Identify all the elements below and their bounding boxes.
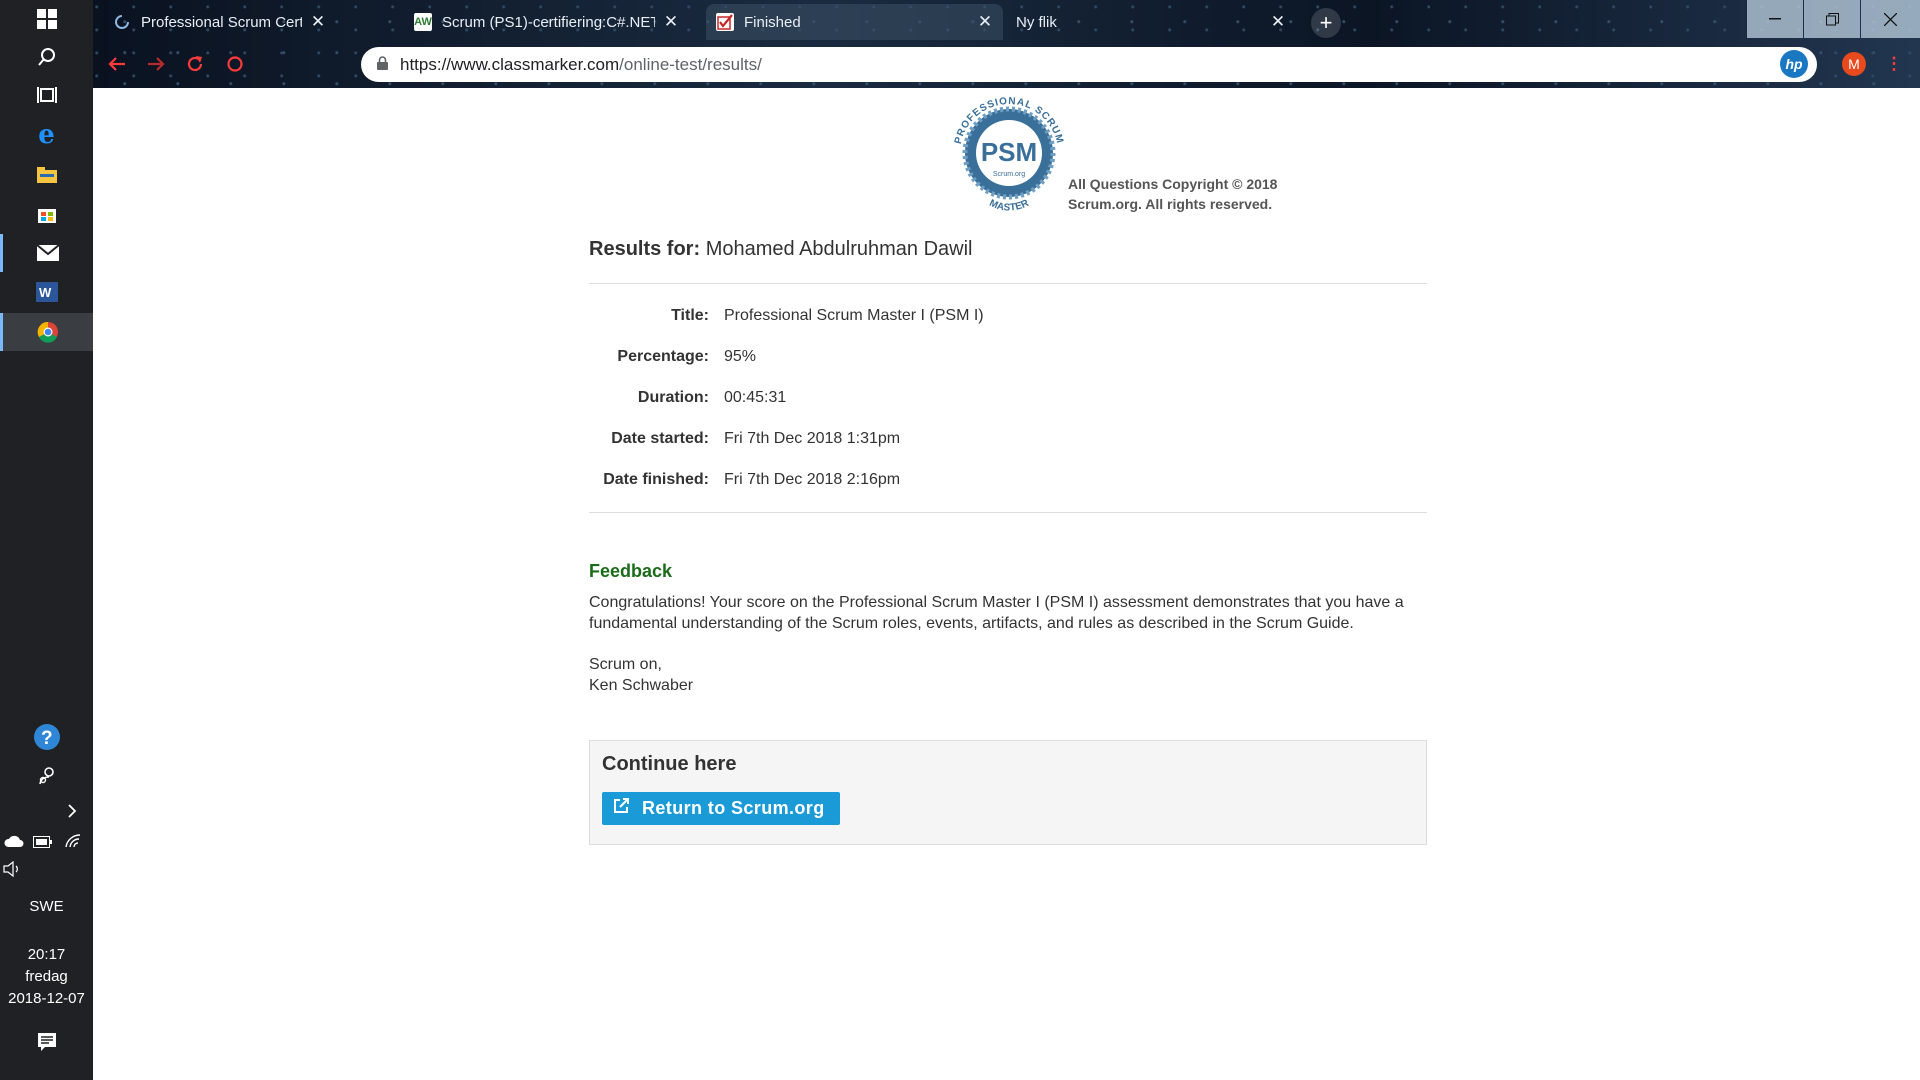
- detail-value: 95%: [724, 347, 757, 365]
- close-icon[interactable]: ✕: [663, 12, 679, 32]
- address-bar[interactable]: https://www.classmarker.com/online-test/…: [361, 47, 1817, 82]
- detail-title: Title: Professional Scrum Master I (PSM …: [589, 295, 1427, 336]
- tab-professional-scrum-certifications[interactable]: Professional Scrum Certifications ✕: [103, 4, 336, 40]
- feedback-heading: Feedback: [589, 561, 673, 581]
- onedrive-cloud-icon[interactable]: [4, 834, 24, 853]
- home-icon[interactable]: [221, 50, 249, 78]
- candidate-name: Mohamed Abdulruhman Dawil: [705, 238, 973, 260]
- task-view-icon[interactable]: [0, 76, 93, 114]
- windows-taskbar: e W ? SWE 20:17 fredag 2018-12-07: [0, 0, 93, 1080]
- page-content: PSM Scrum.org PROFESSIONAL SCRUM MASTER …: [93, 88, 1920, 1080]
- battery-icon[interactable]: [33, 835, 53, 853]
- detail-label: Date started:: [611, 429, 709, 447]
- detail-label: Date finished:: [603, 470, 709, 488]
- menu-kebab-icon[interactable]: ⋮: [1880, 50, 1908, 78]
- avatar-letter: M: [1842, 52, 1866, 76]
- return-button-label: Return to Scrum.org: [642, 798, 825, 818]
- url-host: https://www.classmarker.com: [400, 54, 620, 74]
- aw-favicon: AW: [414, 13, 432, 31]
- feedback-signature: Scrum on, Ken Schwaber: [589, 654, 1427, 696]
- reload-icon[interactable]: [181, 50, 209, 78]
- hp-extension-icon[interactable]: hp: [1780, 50, 1808, 78]
- detail-date-finished: Date finished: Fri 7th Dec 2018 2:16pm: [589, 459, 1427, 500]
- results-label: Results for:: [589, 238, 701, 260]
- external-link-icon: [612, 797, 630, 820]
- tab-title: Scrum (PS1)-certifiering:C#.NET I: [442, 13, 655, 31]
- system-tray: [0, 832, 93, 856]
- continue-heading: Continue here: [602, 753, 737, 775]
- logo-center-text: PSM: [981, 137, 1037, 167]
- clock-date: 2018-12-07: [8, 990, 85, 1007]
- detail-duration: Duration: 00:45:31: [589, 377, 1427, 418]
- results-content: Results for: Mohamed Abdulruhman Dawil T…: [589, 238, 1427, 845]
- help-icon[interactable]: ?: [0, 718, 93, 756]
- profile-avatar[interactable]: M: [1840, 50, 1868, 78]
- language-indicator[interactable]: SWE: [0, 898, 93, 915]
- detail-label: Duration:: [637, 388, 709, 406]
- detail-percentage: Percentage: 95%: [589, 336, 1427, 377]
- react-extension-icon[interactable]: [1740, 50, 1768, 78]
- feedback-text: Congratulations! Your score on the Profe…: [589, 594, 1404, 632]
- minimize-button[interactable]: [1747, 0, 1803, 38]
- volume-icon[interactable]: [2, 860, 22, 882]
- detail-value: Professional Scrum Master I (PSM I): [724, 306, 984, 324]
- copyright-line-2: Scrum.org. All rights reserved.: [1068, 196, 1273, 212]
- detail-date-started: Date started: Fri 7th Dec 2018 1:31pm: [589, 418, 1427, 459]
- mail-icon[interactable]: [0, 234, 93, 272]
- svg-text:MASTER: MASTER: [987, 198, 1031, 214]
- results-details: Title: Professional Scrum Master I (PSM …: [589, 295, 1427, 513]
- return-to-scrum-button[interactable]: Return to Scrum.org: [602, 792, 840, 825]
- lock-icon[interactable]: [377, 56, 388, 73]
- svg-text:W: W: [39, 285, 52, 300]
- tab-title: Professional Scrum Certifications: [141, 13, 302, 31]
- close-icon[interactable]: ✕: [310, 12, 326, 32]
- close-icon[interactable]: ✕: [977, 12, 993, 32]
- wifi-icon[interactable]: [64, 833, 82, 854]
- copyright-notice: All Questions Copyright © 2018 Scrum.org…: [1068, 174, 1308, 214]
- signature-line-2: Ken Schwaber: [589, 677, 694, 694]
- back-arrow-icon[interactable]: [103, 50, 131, 78]
- copyright-line-1: All Questions Copyright © 2018: [1068, 176, 1278, 192]
- word-icon[interactable]: W: [0, 273, 93, 311]
- svg-text:?: ?: [41, 728, 53, 749]
- tab-title: Ny flik: [1016, 13, 1057, 31]
- search-icon[interactable]: [0, 38, 93, 76]
- url-path: /online-test/results/: [619, 54, 762, 74]
- new-tab-button[interactable]: +: [1311, 8, 1341, 38]
- tab-finished[interactable]: Finished ✕: [706, 4, 1003, 40]
- tab-title: Finished: [744, 13, 801, 31]
- detail-value: Fri 7th Dec 2018 1:31pm: [724, 429, 901, 447]
- restore-button[interactable]: [1804, 0, 1860, 38]
- detail-label: Title:: [671, 306, 709, 324]
- logo-bottom-text: MASTER: [987, 198, 1031, 214]
- file-explorer-icon[interactable]: [0, 156, 93, 194]
- scrum-favicon: [113, 13, 131, 31]
- results-heading: Results for: Mohamed Abdulruhman Dawil: [589, 238, 1427, 284]
- tab-scrum-ps1[interactable]: AW Scrum (PS1)-certifiering:C#.NET I ✕: [404, 4, 689, 40]
- logo-sub-text: Scrum.org: [993, 171, 1025, 178]
- psm-logo: PSM Scrum.org PROFESSIONAL SCRUM MASTER: [950, 88, 1068, 223]
- close-icon[interactable]: ✕: [1270, 12, 1286, 32]
- chevron-right-icon[interactable]: [0, 792, 93, 830]
- clock-time[interactable]: 20:17: [0, 946, 93, 963]
- checkmark-favicon: [716, 13, 734, 31]
- store-icon[interactable]: [0, 195, 93, 233]
- tab-new-tab[interactable]: Ny flik ✕: [1006, 4, 1296, 40]
- continue-panel: Continue here Return to Scrum.org: [589, 740, 1427, 845]
- detail-value: Fri 7th Dec 2018 2:16pm: [724, 470, 901, 488]
- action-center-icon[interactable]: [0, 1023, 93, 1061]
- windows-start-icon[interactable]: [0, 0, 93, 38]
- detail-value: 00:45:31: [724, 388, 787, 406]
- clock-day: fredag: [25, 968, 68, 985]
- signature-line-1: Scrum on,: [589, 656, 662, 673]
- detail-label: Percentage:: [617, 347, 709, 365]
- people-icon[interactable]: [0, 757, 93, 795]
- forward-arrow-icon[interactable]: [142, 50, 170, 78]
- chrome-icon[interactable]: [0, 313, 93, 351]
- close-window-button[interactable]: [1861, 0, 1920, 38]
- browser-chrome: Professional Scrum Certifications ✕ AW S…: [93, 0, 1920, 88]
- edge-browser-icon[interactable]: e: [0, 116, 93, 154]
